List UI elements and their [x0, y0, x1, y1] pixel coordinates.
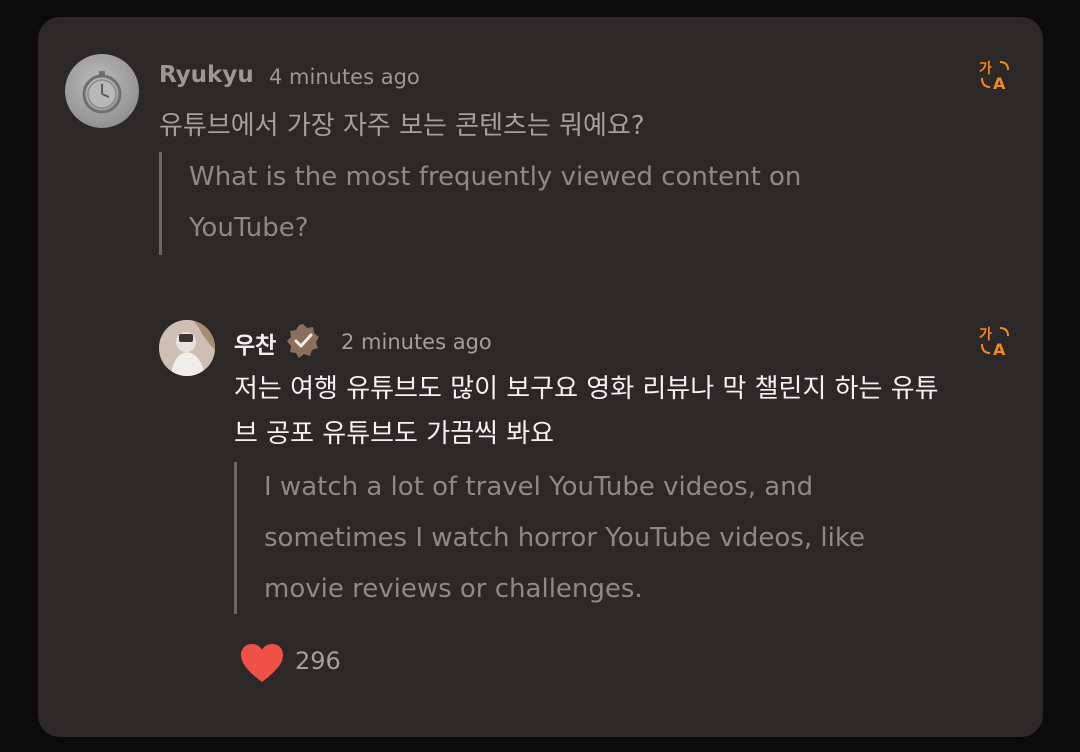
translate-icon[interactable]: 가 A — [979, 325, 1011, 357]
profile-photo-icon — [159, 320, 215, 376]
commenter-name[interactable]: Ryukyu — [159, 62, 254, 88]
reply-original-text: 저는 여행 유튜브도 많이 보구요 영화 리뷰나 막 챌린지 하는 유튜브 공포… — [234, 374, 939, 449]
svg-text:가: 가 — [979, 327, 992, 343]
svg-text:A: A — [993, 340, 1006, 357]
comment-timestamp: 4 minutes ago — [269, 65, 420, 89]
svg-text:가: 가 — [979, 61, 992, 77]
pocket-watch-avatar-icon — [82, 71, 122, 114]
reply-translation-block: I watch a lot of travel YouTube videos, … — [234, 462, 917, 614]
comment-card: Ryukyu 4 minutes ago 가 A 유튜브에서 가장 자주 보는 … — [38, 17, 1043, 737]
verified-badge-icon — [287, 324, 319, 358]
translate-icon[interactable]: 가 A — [979, 59, 1011, 91]
heart-icon[interactable] — [239, 642, 285, 684]
reply-author-name[interactable]: 우찬 — [234, 326, 276, 360]
reply-avatar[interactable] — [159, 320, 215, 376]
like-count: 296 — [295, 647, 341, 675]
svg-text:A: A — [993, 74, 1006, 91]
commenter-avatar[interactable] — [65, 54, 139, 128]
comment-translation-block: What is the most frequently viewed conte… — [159, 152, 801, 255]
comment-translation-text: What is the most frequently viewed conte… — [189, 162, 802, 243]
comment-original-text: 유튜브에서 가장 자주 보는 콘텐츠는 뭐예요? — [159, 111, 645, 141]
reply-timestamp: 2 minutes ago — [341, 330, 492, 354]
reply-translation-text: I watch a lot of travel YouTube videos, … — [264, 472, 865, 604]
